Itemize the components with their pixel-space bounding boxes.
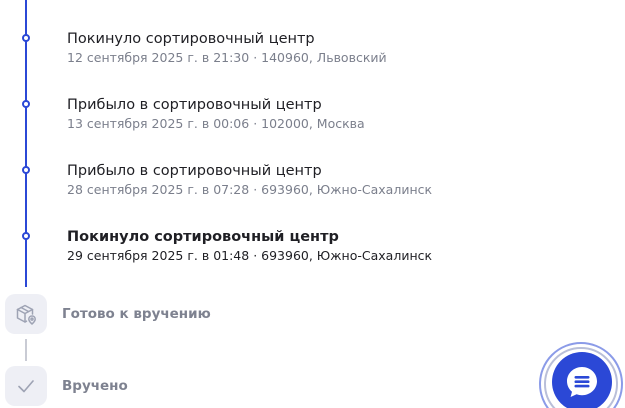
parcel-pickup-icon <box>5 294 47 334</box>
timeline-line-pending <box>25 339 27 361</box>
event-details: 13 сентября 2025 г. в 00:06 · 102000, Мо… <box>67 116 365 131</box>
timeline-dot <box>22 34 30 42</box>
timeline-event-current: Покинуло сортировочный центр 29 сентября… <box>67 228 605 264</box>
timeline-event: Покинуло сортировочный центр 12 сентября… <box>67 30 605 66</box>
event-title: Покинуло сортировочный центр <box>67 31 315 47</box>
event-title: Прибыло в сортировочный центр <box>67 97 322 113</box>
chat-button[interactable] <box>539 342 623 408</box>
chat-icon-container[interactable] <box>552 352 612 408</box>
timeline-event: Прибыло в сортировочный центр 13 сентябр… <box>67 96 605 132</box>
timeline-line-completed <box>25 0 27 287</box>
chat-icon <box>567 367 597 397</box>
checkmark-icon <box>5 366 47 406</box>
event-title: Покинуло сортировочный центр <box>67 229 339 245</box>
event-title: Прибыло в сортировочный центр <box>67 163 322 179</box>
event-details: 29 сентября 2025 г. в 01:48 · 693960, Юж… <box>67 248 433 263</box>
stage-label-ready: Готово к вручению <box>62 306 211 322</box>
stage-label-delivered: Вручено <box>62 378 128 394</box>
timeline-dot <box>22 100 30 108</box>
event-details: 28 сентября 2025 г. в 07:28 · 693960, Юж… <box>67 182 433 197</box>
timeline-dot-current <box>22 232 30 240</box>
tracking-page: Покинуло сортировочный центр 12 сентября… <box>0 0 625 408</box>
timeline-dot <box>22 166 30 174</box>
event-details: 12 сентября 2025 г. в 21:30 · 140960, Ль… <box>67 50 387 65</box>
timeline-event: Прибыло в сортировочный центр 28 сентябр… <box>67 162 605 198</box>
